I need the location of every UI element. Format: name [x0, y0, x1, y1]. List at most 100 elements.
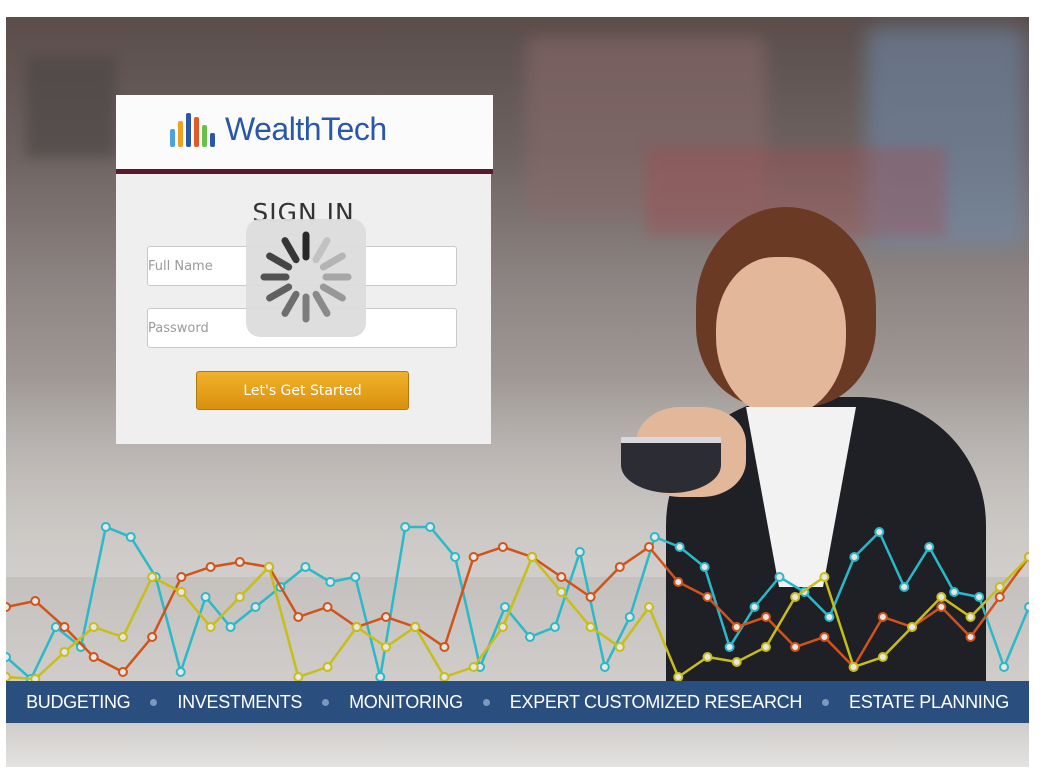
chart-point [293, 612, 304, 622]
chart-point [790, 642, 801, 652]
nav-item-monitoring[interactable]: MONITORING [349, 692, 463, 713]
logo-bar [202, 124, 207, 147]
chart-point [899, 582, 910, 592]
chart-point [974, 592, 985, 602]
chart-point [322, 602, 333, 612]
chart-point [497, 622, 508, 632]
chart-point [790, 592, 801, 602]
logo-bar [170, 128, 175, 147]
chart-point [527, 552, 538, 562]
spinner-spoke [266, 252, 293, 271]
chart-series-line [6, 525, 1029, 682]
spinner-spoke [281, 237, 300, 264]
logo-bar [178, 120, 183, 147]
chart-point [147, 572, 158, 582]
chart-point [205, 562, 216, 572]
get-started-button[interactable]: Let's Get Started [196, 371, 409, 410]
chart-point [200, 592, 211, 602]
chart-point [549, 622, 560, 632]
footer-photo-strip [6, 723, 1029, 767]
chart-point [468, 662, 479, 672]
chart-point [439, 642, 450, 652]
chart-point [949, 587, 960, 597]
chart-point [293, 672, 304, 682]
chart-point [731, 657, 742, 667]
chart-point [117, 667, 128, 677]
chart-point [225, 622, 236, 632]
chart-point [250, 602, 261, 612]
chart-point [205, 622, 216, 632]
chart-point [877, 652, 888, 662]
chart-point [994, 592, 1005, 602]
chart-point [425, 522, 436, 532]
nav-item-expert-research[interactable]: EXPERT CUSTOMIZED RESEARCH [510, 692, 803, 713]
chart-point [585, 622, 596, 632]
chart-point [585, 592, 596, 602]
spinner-spoke [281, 290, 300, 317]
chart-point [924, 542, 935, 552]
chart-point [400, 522, 411, 532]
nav-item-estate-planning[interactable]: ESTATE PLANNING [849, 692, 1009, 713]
chart-point [351, 622, 362, 632]
spinner-spoke [312, 290, 331, 317]
chart-point [749, 602, 760, 612]
logo-bar [210, 132, 215, 147]
spinner-spoke [319, 252, 346, 271]
chart-point [1024, 602, 1029, 612]
chart-point [234, 592, 245, 602]
chart-point [999, 662, 1010, 672]
chart-point [699, 562, 710, 572]
chart-point [774, 572, 785, 582]
chart-series-line [6, 545, 1029, 674]
nav-separator-dot [822, 698, 830, 706]
logo-bar [186, 112, 191, 147]
chart-point [994, 582, 1005, 592]
chart-point [59, 622, 70, 632]
chart-point [649, 532, 660, 542]
chart-point [965, 612, 976, 622]
chart-point [88, 652, 99, 662]
chart-point [760, 612, 771, 622]
chart-point [500, 602, 511, 612]
chart-point [848, 662, 859, 672]
chart-point [380, 612, 391, 622]
chart-point [673, 577, 684, 587]
chart-point [907, 622, 918, 632]
chart-point [350, 572, 361, 582]
chart-point [300, 562, 311, 572]
chart-point [874, 527, 885, 537]
logo-header: WealthTech [116, 95, 493, 169]
chart-point [50, 622, 61, 632]
brand-name: WealthTech [225, 111, 387, 147]
chart-point [147, 632, 158, 642]
chart-point [574, 547, 585, 557]
chart-point [556, 587, 567, 597]
chart-point [644, 542, 655, 552]
decorative-line-chart [6, 522, 1029, 684]
spinner-spoke [266, 283, 293, 302]
chart-point [88, 622, 99, 632]
chart-point [724, 642, 735, 652]
chart-point [125, 532, 136, 542]
chart-point [614, 562, 625, 572]
nav-item-investments[interactable]: INVESTMENTS [177, 692, 302, 713]
chart-point [824, 612, 835, 622]
chart-point [849, 552, 860, 562]
chart-point [731, 622, 742, 632]
chart-point [702, 652, 713, 662]
chart-point [624, 612, 635, 622]
chart-point [760, 642, 771, 652]
chart-point [524, 632, 535, 642]
chart-point [264, 562, 275, 572]
chart-point [234, 557, 245, 567]
chart-point [176, 587, 187, 597]
feature-nav-bar: BUDGETING INVESTMENTS MONITORING EXPERT … [6, 681, 1029, 723]
chart-point [439, 672, 450, 682]
logo-bar [194, 116, 199, 147]
nav-item-budgeting[interactable]: BUDGETING [26, 692, 131, 713]
nav-separator-dot [150, 698, 158, 706]
chart-point [117, 632, 128, 642]
spinner-spoke [312, 237, 331, 264]
chart-point [325, 577, 336, 587]
chart-point [175, 667, 186, 677]
